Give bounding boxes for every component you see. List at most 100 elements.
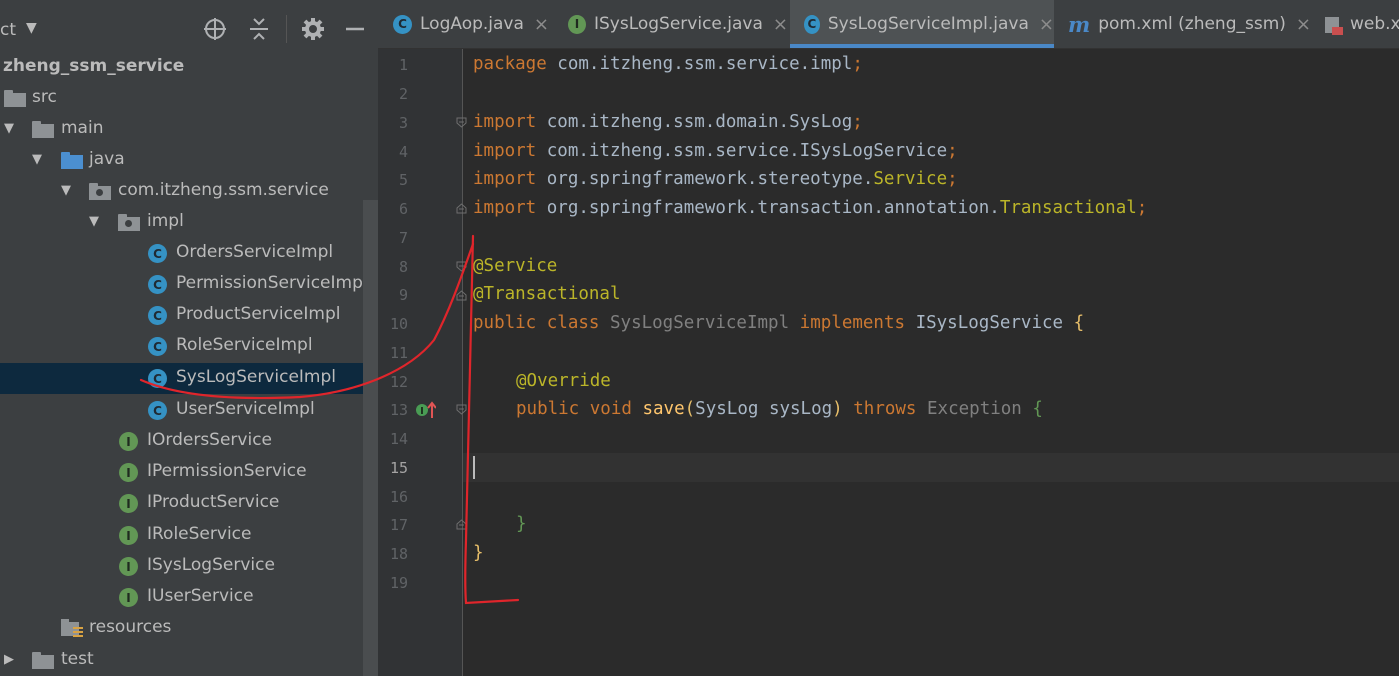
tab-pom[interactable]: m pom.xml (zheng_ssm) ×	[1068, 0, 1311, 48]
code-line-5[interactable]: import org.springframework.stereotype.Se…	[473, 169, 958, 189]
tree-item-class[interactable]: C RoleServiceImpl	[0, 331, 378, 362]
expanded-arrow-icon[interactable]: ▼	[4, 121, 14, 136]
line-number: 16	[389, 488, 408, 506]
code-text: com.itzheng.ssm.service.impl	[546, 54, 853, 74]
class-icon: C	[148, 275, 167, 294]
override-marker-icon[interactable]: I	[414, 401, 436, 419]
close-icon[interactable]: ×	[534, 14, 549, 35]
code-text: org.springframework.stereotype.	[536, 169, 874, 189]
interface-icon: I	[119, 432, 138, 451]
tab-logaop[interactable]: C LogAop.java ×	[393, 0, 563, 48]
tree-item-label: ISysLogService	[147, 555, 275, 575]
collapsed-arrow-icon[interactable]: ▶	[4, 652, 14, 667]
expanded-arrow-icon[interactable]: ▼	[61, 183, 71, 198]
code-line-9[interactable]: @Transactional	[473, 284, 621, 304]
code-line-13[interactable]: public void save(SysLog sysLog) throws E…	[516, 399, 1043, 419]
tree-item-package-impl[interactable]: ▼ impl	[0, 207, 378, 238]
line-number: 14	[389, 430, 408, 448]
interface-icon: I	[119, 588, 138, 607]
hide-icon[interactable]	[340, 14, 370, 44]
tree-item-package-service[interactable]: ▼ com.itzheng.ssm.service	[0, 176, 378, 207]
gear-icon[interactable]	[298, 14, 328, 44]
tree-item-resources[interactable]: resources	[0, 613, 378, 644]
close-icon[interactable]: ×	[1296, 14, 1311, 35]
code-text: com.itzheng.ssm.service.ISysLogService	[536, 141, 948, 161]
tree-item-module[interactable]: zheng_ssm_service	[0, 52, 378, 83]
tree-item-interface[interactable]: I IRoleService	[0, 520, 378, 551]
close-icon[interactable]: ×	[773, 14, 788, 35]
interface-icon: I	[119, 463, 138, 482]
code-line-3[interactable]: import com.itzheng.ssm.domain.SysLog;	[473, 112, 863, 132]
tree-item-java[interactable]: ▼ java	[0, 145, 378, 176]
toolbar-separator	[286, 15, 287, 43]
tab-label: pom.xml (zheng_ssm)	[1098, 14, 1286, 34]
keyword: implements	[799, 313, 906, 333]
semicolon: ;	[947, 169, 958, 189]
semicolon: ;	[1136, 198, 1148, 218]
tree-item-interface[interactable]: I IProductService	[0, 488, 378, 519]
fold-marker-icon[interactable]	[456, 519, 467, 530]
fold-marker-icon[interactable]	[456, 290, 467, 301]
paren: )	[832, 399, 843, 419]
keyword: import	[473, 141, 537, 161]
method-name: save	[642, 399, 685, 419]
interface-name: ISysLogService	[915, 313, 1064, 333]
tree-item-main[interactable]: ▼ main	[0, 114, 378, 145]
code-line-12[interactable]: @Override	[516, 371, 611, 391]
tab-isyslogservice[interactable]: I ISysLogService.java ×	[568, 0, 788, 48]
fold-marker-icon[interactable]	[456, 117, 467, 128]
line-number: 13	[389, 401, 408, 419]
package-icon	[118, 214, 140, 233]
svg-text:I: I	[420, 406, 424, 417]
tree-item-interface[interactable]: I ISysLogService	[0, 551, 378, 582]
code-line-8[interactable]: @Service	[473, 256, 557, 276]
fold-marker-icon[interactable]	[456, 261, 467, 272]
code-line-18[interactable]: }	[473, 543, 484, 563]
close-icon[interactable]: ×	[1039, 14, 1054, 35]
folder-icon	[32, 652, 54, 671]
tree-item-interface[interactable]: I IOrdersService	[0, 426, 378, 457]
keyword: package	[473, 54, 547, 74]
tree-item-test[interactable]: ▶ test	[0, 645, 378, 676]
code-text: com.itzheng.ssm.domain.SysLog	[536, 112, 853, 132]
line-number: 11	[389, 344, 408, 362]
annotation: @Override	[516, 371, 611, 391]
tree-item-class[interactable]: C UserServiceImpl	[0, 395, 378, 426]
code-line-6[interactable]: import org.springframework.transaction.a…	[473, 198, 1147, 218]
text-caret	[473, 456, 475, 479]
tab-syslogserviceimpl[interactable]: C SysLogServiceImpl.java ×	[790, 0, 1054, 48]
tree-item-interface[interactable]: I IUserService	[0, 582, 378, 613]
fold-marker-icon[interactable]	[456, 203, 467, 214]
keyword: import	[473, 112, 537, 132]
fold-marker-icon[interactable]	[456, 404, 467, 415]
tab-web-xml[interactable]: web.x	[1323, 0, 1399, 48]
tree-item-label: SysLogServiceImpl	[176, 367, 336, 387]
line-number: 4	[398, 143, 408, 161]
keyword: public	[473, 313, 537, 333]
class-icon: C	[804, 14, 820, 34]
code-line-10[interactable]: public class SysLogServiceImpl implement…	[473, 313, 1084, 333]
code-line-1[interactable]: package com.itzheng.ssm.service.impl;	[473, 54, 863, 74]
locate-icon[interactable]	[200, 14, 230, 44]
sidebar-scrollbar[interactable]	[363, 200, 378, 676]
project-panel-title[interactable]: ct	[0, 20, 16, 40]
class-icon: C	[148, 244, 167, 263]
tree-item-class[interactable]: C PermissionServiceImp	[0, 269, 378, 300]
code-line-4[interactable]: import com.itzheng.ssm.service.ISysLogSe…	[473, 141, 958, 161]
code-line-17[interactable]: }	[516, 514, 527, 534]
package-icon	[89, 183, 111, 202]
expanded-arrow-icon[interactable]: ▼	[89, 214, 99, 229]
line-number: 10	[389, 315, 408, 333]
tree-item-class[interactable]: C ProductServiceImpl	[0, 300, 378, 331]
tree-item-src[interactable]: src	[0, 83, 378, 114]
interface-icon: I	[119, 494, 138, 513]
project-panel: ct ▼ zheng_ssm_service src ▼ main ▼ java…	[0, 0, 378, 676]
tree-item-interface[interactable]: I IPermissionService	[0, 457, 378, 488]
collapse-icon[interactable]	[244, 14, 274, 44]
tree-item-class-selected[interactable]: C SysLogServiceImpl	[0, 363, 378, 394]
semicolon: ;	[947, 141, 958, 161]
expanded-arrow-icon[interactable]: ▼	[32, 152, 42, 167]
tree-item-class[interactable]: C OrdersServiceImpl	[0, 238, 378, 269]
class-icon: C	[393, 14, 412, 34]
chevron-down-icon[interactable]: ▼	[26, 20, 37, 36]
